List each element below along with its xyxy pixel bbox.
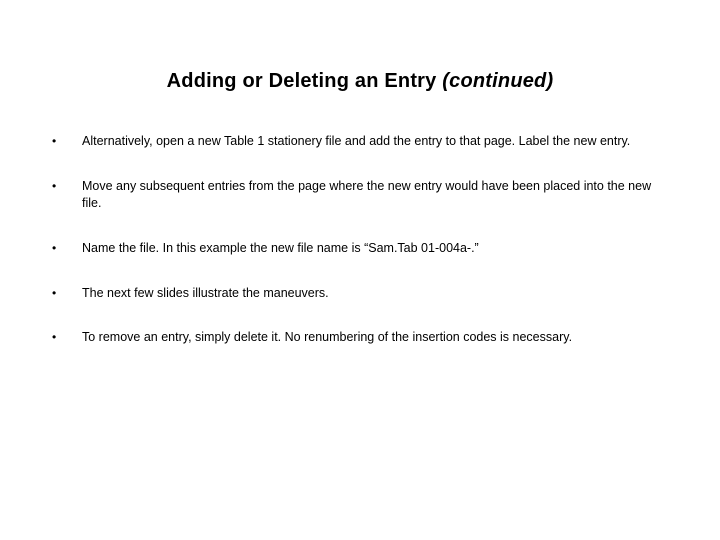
bullet-text: The next few slides illustrate the maneu…: [82, 285, 670, 302]
bullet-icon: •: [50, 240, 82, 256]
list-item: • To remove an entry, simply delete it. …: [50, 329, 670, 346]
slide: Adding or Deleting an Entry (continued) …: [0, 0, 720, 540]
bullet-text: Alternatively, open a new Table 1 statio…: [82, 133, 670, 150]
bullet-icon: •: [50, 285, 82, 301]
bullet-text: Move any subsequent entries from the pag…: [82, 178, 670, 212]
title-main: Adding or Deleting an Entry: [167, 70, 443, 92]
slide-title: Adding or Deleting an Entry (continued): [50, 70, 670, 93]
bullet-icon: •: [50, 178, 82, 194]
list-item: • Move any subsequent entries from the p…: [50, 178, 670, 212]
bullet-text: To remove an entry, simply delete it. No…: [82, 329, 670, 346]
bullet-icon: •: [50, 133, 82, 149]
bullet-list: • Alternatively, open a new Table 1 stat…: [50, 133, 670, 346]
list-item: • Name the file. In this example the new…: [50, 240, 670, 257]
bullet-icon: •: [50, 329, 82, 345]
list-item: • The next few slides illustrate the man…: [50, 285, 670, 302]
title-continued: (continued): [442, 70, 553, 92]
list-item: • Alternatively, open a new Table 1 stat…: [50, 133, 670, 150]
bullet-text: Name the file. In this example the new f…: [82, 240, 670, 257]
